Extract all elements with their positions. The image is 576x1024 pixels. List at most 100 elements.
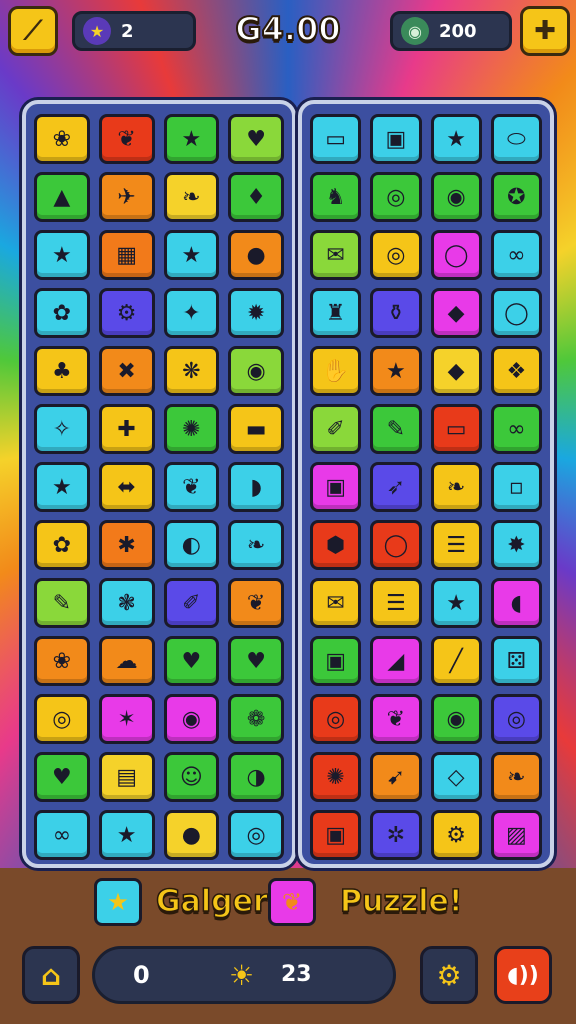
right-tile[interactable]: ➶ bbox=[370, 462, 422, 512]
left-tile[interactable]: ★ bbox=[163, 230, 220, 280]
left-tile[interactable]: ✿ bbox=[34, 288, 90, 338]
back-button[interactable]: ⟋ bbox=[8, 6, 58, 56]
left-tile[interactable]: ✹ bbox=[228, 288, 284, 338]
right-tile[interactable]: ⚙ bbox=[430, 810, 482, 860]
right-tile[interactable]: ⚱ bbox=[370, 288, 422, 338]
right-tile[interactable]: ◎ bbox=[490, 694, 542, 744]
left-tile[interactable]: ◉ bbox=[163, 694, 220, 744]
right-tile[interactable]: ∞ bbox=[490, 230, 542, 280]
left-tile[interactable]: ★ bbox=[163, 114, 220, 164]
left-tile[interactable]: ◗ bbox=[228, 462, 284, 512]
right-tile[interactable]: ✐ bbox=[310, 404, 362, 454]
right-tile[interactable]: ❦ bbox=[370, 694, 422, 744]
left-tile[interactable]: ✧ bbox=[34, 404, 90, 454]
add-coins-button[interactable]: ✚ bbox=[520, 6, 570, 56]
left-tile[interactable]: ♥ bbox=[228, 636, 284, 686]
left-tile[interactable]: ✚ bbox=[98, 404, 155, 454]
left-tile[interactable]: ◐ bbox=[163, 520, 220, 570]
right-tile[interactable]: ♞ bbox=[310, 172, 362, 222]
left-tile[interactable]: ♣ bbox=[34, 346, 90, 396]
left-tile[interactable]: ❀ bbox=[34, 636, 90, 686]
right-tile[interactable]: ◎ bbox=[370, 172, 422, 222]
right-tile[interactable]: ☰ bbox=[430, 520, 482, 570]
left-tile[interactable]: ◎ bbox=[34, 694, 90, 744]
left-tile[interactable]: ❦ bbox=[163, 462, 220, 512]
left-tile[interactable]: ★ bbox=[34, 462, 90, 512]
left-tile[interactable]: ❦ bbox=[98, 114, 155, 164]
right-tile[interactable]: ▨ bbox=[490, 810, 542, 860]
left-tile[interactable]: ◉ bbox=[228, 346, 284, 396]
left-tile[interactable]: ❃ bbox=[98, 578, 155, 628]
left-tile[interactable]: ❦ bbox=[228, 578, 284, 628]
right-tile[interactable]: ✉ bbox=[310, 578, 362, 628]
right-tile[interactable]: ✎ bbox=[370, 404, 422, 454]
right-tile[interactable]: ◆ bbox=[430, 346, 482, 396]
right-tile[interactable]: ✲ bbox=[370, 810, 422, 860]
settings-button[interactable]: ⚙ bbox=[420, 946, 478, 1004]
left-tile[interactable]: ● bbox=[228, 230, 284, 280]
left-tile[interactable]: ❀ bbox=[34, 114, 90, 164]
right-tile[interactable]: ◎ bbox=[310, 694, 362, 744]
left-tile[interactable]: ✖ bbox=[98, 346, 155, 396]
left-tile[interactable]: ◎ bbox=[228, 810, 284, 860]
right-tile[interactable]: ◖ bbox=[490, 578, 542, 628]
right-tile[interactable]: ★ bbox=[430, 114, 482, 164]
right-tile[interactable]: ▣ bbox=[310, 810, 362, 860]
right-tile[interactable]: ╱ bbox=[430, 636, 482, 686]
right-tile[interactable]: ❖ bbox=[490, 346, 542, 396]
left-tile[interactable]: ∞ bbox=[34, 810, 90, 860]
right-tile[interactable]: ◯ bbox=[490, 288, 542, 338]
left-tile[interactable]: ✺ bbox=[163, 404, 220, 454]
right-tile[interactable]: ⬭ bbox=[490, 114, 542, 164]
left-tile[interactable]: ❧ bbox=[228, 520, 284, 570]
left-tile[interactable]: ✦ bbox=[163, 288, 220, 338]
right-tile[interactable]: ◯ bbox=[370, 520, 422, 570]
left-tile[interactable]: ✱ bbox=[98, 520, 155, 570]
left-tile[interactable]: ▲ bbox=[34, 172, 90, 222]
left-tile[interactable]: ❁ bbox=[228, 694, 284, 744]
right-tile[interactable]: ✉ bbox=[310, 230, 362, 280]
right-tile[interactable]: ⚄ bbox=[490, 636, 542, 686]
left-tile[interactable]: ★ bbox=[34, 230, 90, 280]
sound-button[interactable]: ◖)) bbox=[494, 946, 552, 1004]
right-tile[interactable]: ⬢ bbox=[310, 520, 362, 570]
left-tile[interactable]: ☁ bbox=[98, 636, 155, 686]
right-tile[interactable]: ◉ bbox=[430, 172, 482, 222]
right-tile[interactable]: ✋ bbox=[310, 346, 362, 396]
right-tile[interactable]: ★ bbox=[430, 578, 482, 628]
right-tile[interactable]: ▣ bbox=[310, 462, 362, 512]
left-tile[interactable]: ★ bbox=[98, 810, 155, 860]
right-tile[interactable]: ◢ bbox=[370, 636, 422, 686]
right-tile[interactable]: ▣ bbox=[310, 636, 362, 686]
right-tile[interactable]: ❧ bbox=[490, 752, 542, 802]
left-tile[interactable]: ♥ bbox=[163, 636, 220, 686]
left-tile[interactable]: ♥ bbox=[34, 752, 90, 802]
right-tile[interactable]: ❧ bbox=[430, 462, 482, 512]
left-tile[interactable]: ♦ bbox=[228, 172, 284, 222]
right-tile[interactable]: ☰ bbox=[370, 578, 422, 628]
left-tile[interactable]: ✎ bbox=[34, 578, 90, 628]
right-tile[interactable]: ✺ bbox=[310, 752, 362, 802]
left-tile[interactable]: ◑ bbox=[228, 752, 284, 802]
home-button[interactable]: ⌂ bbox=[22, 946, 80, 1004]
left-tile[interactable]: ☺ bbox=[163, 752, 220, 802]
right-tile[interactable]: ◇ bbox=[430, 752, 482, 802]
right-tile[interactable]: ★ bbox=[370, 346, 422, 396]
left-tile[interactable]: ✐ bbox=[163, 578, 220, 628]
left-tile[interactable]: ● bbox=[163, 810, 220, 860]
right-tile[interactable]: ➹ bbox=[370, 752, 422, 802]
right-tile[interactable]: ∞ bbox=[490, 404, 542, 454]
left-tile[interactable]: ▤ bbox=[98, 752, 155, 802]
left-tile[interactable]: ❧ bbox=[163, 172, 220, 222]
left-tile[interactable]: ⬌ bbox=[98, 462, 155, 512]
right-tile[interactable]: ◉ bbox=[430, 694, 482, 744]
right-tile[interactable]: ◆ bbox=[430, 288, 482, 338]
left-tile[interactable]: ❋ bbox=[163, 346, 220, 396]
right-tile[interactable]: ◯ bbox=[430, 230, 482, 280]
left-tile[interactable]: ⚙ bbox=[98, 288, 155, 338]
left-tile[interactable]: ▬ bbox=[228, 404, 284, 454]
right-tile[interactable]: ♜ bbox=[310, 288, 362, 338]
right-tile[interactable]: ✪ bbox=[490, 172, 542, 222]
right-tile[interactable]: ◎ bbox=[370, 230, 422, 280]
right-tile[interactable]: ✸ bbox=[490, 520, 542, 570]
